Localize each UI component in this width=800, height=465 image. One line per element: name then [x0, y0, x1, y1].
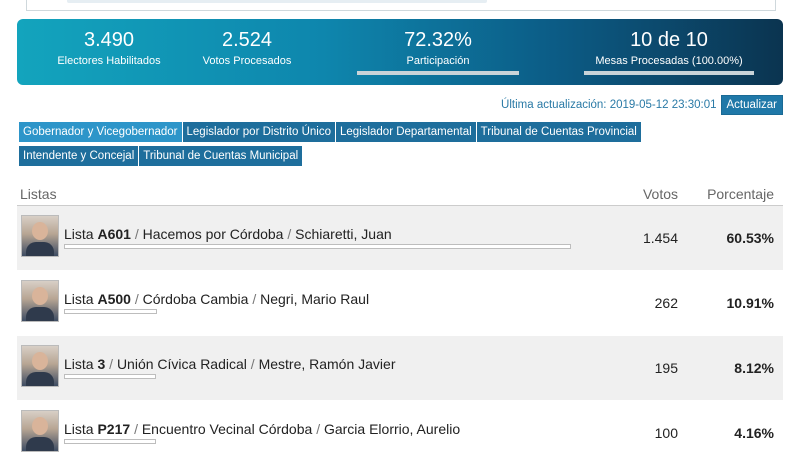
mesas-bar: [584, 71, 754, 75]
separator: /: [134, 291, 139, 307]
separator: /: [134, 421, 138, 437]
table-row: Lista 3 / Unión Cívica Radical / Mestre,…: [17, 336, 783, 400]
list-description: Lista A601 / Hacemos por Córdoba / Schia…: [64, 226, 392, 242]
vote-count: 195: [654, 360, 678, 376]
list-prefix: Lista: [64, 226, 94, 242]
stat-mesas: 10 de 10 Mesas Procesadas (100.00%): [584, 29, 754, 75]
list-description: Lista P217 / Encuentro Vecinal Córdoba /…: [64, 421, 460, 437]
mesas-label: Mesas Procesadas (100.00%): [595, 55, 743, 67]
results-table-header: Listas Votos Porcentaje: [17, 183, 783, 206]
vote-share-bar: [64, 309, 157, 314]
list-prefix: Lista: [64, 421, 94, 437]
stat-votos: 2.524 Votos Procesados: [182, 29, 312, 68]
candidate-name: Schiaretti, Juan: [295, 226, 392, 242]
list-code: P217: [97, 421, 131, 437]
table-row: Lista P217 / Encuentro Vecinal Córdoba /…: [17, 401, 783, 465]
party-name: Encuentro Vecinal Córdoba: [141, 421, 313, 437]
electores-label: Electores Habilitados: [57, 55, 161, 67]
candidate-name: Negri, Mario Raul: [260, 291, 370, 307]
stat-electores: 3.490 Electores Habilitados: [34, 29, 184, 68]
vote-percentage: 60.53%: [726, 230, 774, 246]
candidate-name: Garcia Elorrio, Aurelio: [323, 421, 461, 437]
votos-value: 2.524: [221, 29, 273, 51]
vote-percentage: 8.12%: [734, 360, 774, 376]
list-code: A500: [97, 291, 131, 307]
last-update-text: Última actualización: 2019-05-12 23:30:0…: [501, 98, 717, 111]
mesas-value: 10 de 10: [630, 29, 708, 51]
tab-tribunal-municipal[interactable]: Tribunal de Cuentas Municipal: [139, 146, 303, 166]
vote-share-bar: [64, 244, 571, 249]
vote-count: 262: [654, 295, 678, 311]
refresh-button[interactable]: Actualizar: [720, 94, 783, 115]
previous-section-frame: [26, 0, 776, 11]
vote-share-bar: [64, 374, 156, 379]
separator: /: [250, 356, 255, 372]
candidate-photo: [21, 280, 59, 322]
party-name: Hacemos por Córdoba: [142, 226, 284, 242]
stat-participacion: 72.32% Participación: [357, 29, 519, 75]
separator: /: [109, 356, 114, 372]
vote-percentage: 10.91%: [726, 295, 774, 311]
tab-legislador-distrito[interactable]: Legislador por Distrito Único: [182, 122, 335, 142]
separator: /: [252, 291, 257, 307]
party-name: Unión Cívica Radical: [116, 356, 247, 372]
party-name: Córdoba Cambia: [142, 291, 249, 307]
header-porcentaje: Porcentaje: [707, 186, 774, 202]
vote-share-bar: [64, 439, 156, 444]
tab-gobernador[interactable]: Gobernador y Vicegobernador: [19, 122, 182, 142]
header-listas: Listas: [20, 186, 57, 202]
tab-intendente[interactable]: Intendente y Concejal: [19, 146, 139, 166]
category-tabs: Gobernador y Vicegobernador Legislador po…: [19, 122, 719, 170]
tab-tribunal-provincial[interactable]: Tribunal de Cuentas Provincial: [476, 122, 641, 142]
candidate-photo: [21, 410, 59, 452]
candidate-photo: [21, 345, 59, 387]
tab-legislador-departamental[interactable]: Legislador Departamental: [335, 122, 476, 142]
vote-count: 1.454: [642, 230, 678, 246]
electores-value: 3.490: [83, 29, 135, 51]
list-prefix: Lista: [64, 356, 94, 372]
mesas-bar-fill: [584, 71, 754, 75]
participacion-label: Participación: [406, 55, 470, 67]
stats-panel: 3.490 Electores Habilitados 2.524 Votos …: [17, 19, 783, 85]
list-code: 3: [97, 356, 106, 372]
participacion-bar-fill: [357, 71, 475, 75]
vote-percentage: 4.16%: [734, 425, 774, 441]
candidate-photo: [21, 215, 59, 257]
participacion-bar: [357, 71, 519, 75]
header-votos: Votos: [642, 186, 678, 202]
list-description: Lista A500 / Córdoba Cambia / Negri, Mar…: [64, 291, 369, 307]
votos-label: Votos Procesados: [202, 55, 292, 67]
list-prefix: Lista: [64, 291, 94, 307]
list-code: A601: [97, 226, 131, 242]
candidate-name: Mestre, Ramón Javier: [258, 356, 396, 372]
participacion-value: 72.32%: [404, 29, 472, 51]
separator: /: [316, 421, 321, 437]
update-row: Última actualización: 2019-05-12 23:30:0…: [501, 94, 783, 115]
list-description: Lista 3 / Unión Cívica Radical / Mestre,…: [64, 356, 396, 372]
separator: /: [287, 226, 292, 242]
separator: /: [134, 226, 139, 242]
vote-count: 100: [654, 425, 678, 441]
table-row: Lista A601 / Hacemos por Córdoba / Schia…: [17, 206, 783, 270]
faint-text-strip: [67, 0, 487, 3]
table-row: Lista A500 / Córdoba Cambia / Negri, Mar…: [17, 271, 783, 335]
